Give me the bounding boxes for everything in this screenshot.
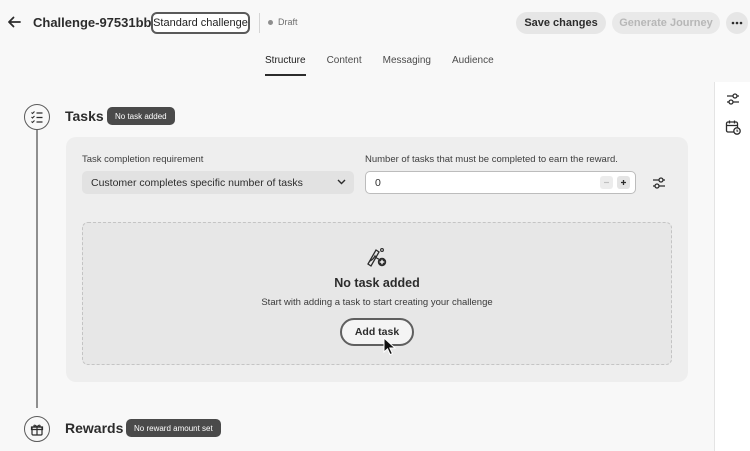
challenge-type-chip[interactable]: Standard challenge bbox=[151, 12, 250, 34]
rewards-status-badge: No reward amount set bbox=[126, 419, 221, 437]
generate-journey-button[interactable]: Generate Journey bbox=[612, 12, 720, 34]
number-of-tasks-label: Number of tasks that must be completed t… bbox=[365, 154, 618, 165]
tab-audience[interactable]: Audience bbox=[452, 55, 494, 76]
filter-settings-icon[interactable] bbox=[651, 175, 667, 191]
task-dropzone: No task added Start with adding a task t… bbox=[82, 222, 672, 365]
tab-messaging[interactable]: Messaging bbox=[383, 55, 431, 76]
more-options-button[interactable] bbox=[726, 12, 748, 34]
minus-icon bbox=[604, 181, 609, 184]
tab-bar: Structure Content Messaging Audience bbox=[265, 55, 494, 76]
completion-requirement-value: Customer completes specific number of ta… bbox=[91, 176, 303, 189]
page-title: Challenge-97531bb4 bbox=[33, 15, 159, 30]
header: Challenge-97531bb4 Standard challenge Dr… bbox=[0, 0, 750, 46]
empty-state-title: No task added bbox=[334, 276, 420, 290]
increment-button[interactable] bbox=[617, 176, 630, 189]
number-of-tasks-value: 0 bbox=[375, 176, 381, 189]
calendar-clock-icon[interactable] bbox=[725, 119, 741, 135]
completion-requirement-label: Task completion requirement bbox=[82, 154, 204, 165]
back-arrow-icon[interactable] bbox=[5, 13, 23, 31]
checklist-icon bbox=[31, 111, 43, 124]
tasks-section-marker bbox=[24, 104, 50, 130]
save-changes-button[interactable]: Save changes bbox=[516, 12, 606, 34]
tasks-status-badge: No task added bbox=[107, 107, 175, 125]
sliders-icon[interactable] bbox=[725, 91, 741, 107]
tab-content[interactable]: Content bbox=[327, 55, 362, 76]
empty-state-description: Start with adding a task to start creati… bbox=[261, 297, 493, 308]
header-divider bbox=[259, 13, 260, 33]
status-label: Draft bbox=[278, 17, 298, 27]
tab-structure[interactable]: Structure bbox=[265, 55, 306, 76]
rewards-title: Rewards bbox=[65, 420, 124, 436]
right-rail bbox=[714, 82, 750, 451]
number-of-tasks-field[interactable]: 0 bbox=[365, 171, 636, 194]
timeline-line bbox=[36, 130, 38, 408]
gift-icon bbox=[30, 424, 44, 436]
tasks-title: Tasks bbox=[65, 108, 104, 124]
rewards-section-marker bbox=[24, 416, 50, 442]
more-icon bbox=[731, 21, 743, 25]
decrement-button[interactable] bbox=[600, 176, 613, 189]
completion-requirement-select[interactable]: Customer completes specific number of ta… bbox=[82, 171, 354, 194]
status-indicator: Draft bbox=[268, 17, 298, 27]
task-add-icon bbox=[366, 246, 388, 268]
status-dot-icon bbox=[268, 19, 273, 25]
mouse-pointer-icon bbox=[383, 337, 396, 356]
add-task-button[interactable]: Add task bbox=[340, 318, 414, 346]
chevron-down-icon bbox=[337, 179, 346, 185]
plus-icon bbox=[621, 180, 626, 185]
